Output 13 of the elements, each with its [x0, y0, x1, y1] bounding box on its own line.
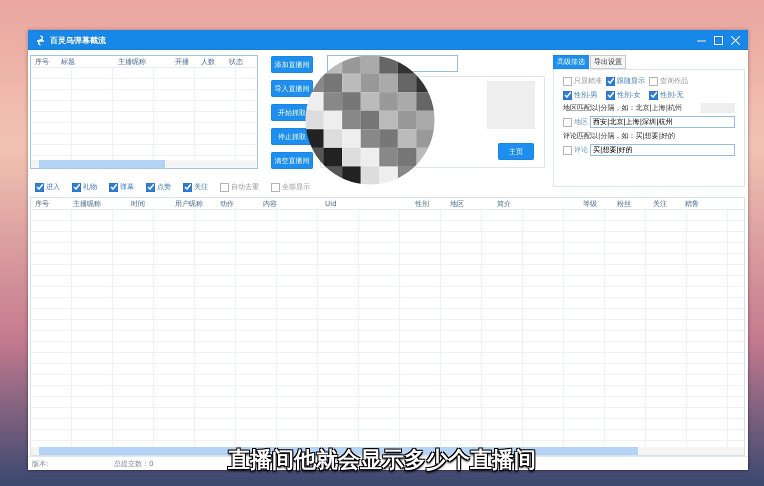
- check-icon: [73, 183, 80, 191]
- check-icon: [147, 183, 154, 191]
- check-icon: [650, 91, 657, 99]
- video-subtitle-overlay: 直播间他就会显示多少个直播间: [228, 448, 536, 474]
- check-icon: [184, 183, 191, 191]
- window-title: 百灵鸟弹幕截流: [50, 34, 106, 46]
- bird-icon: [36, 34, 45, 46]
- maximize-icon[interactable]: [714, 36, 723, 44]
- check-icon: [36, 183, 43, 191]
- horizontal-scrollbar[interactable]: [31, 160, 257, 168]
- check-icon: [564, 91, 571, 99]
- check-icon: [110, 183, 117, 191]
- close-icon[interactable]: [731, 36, 740, 44]
